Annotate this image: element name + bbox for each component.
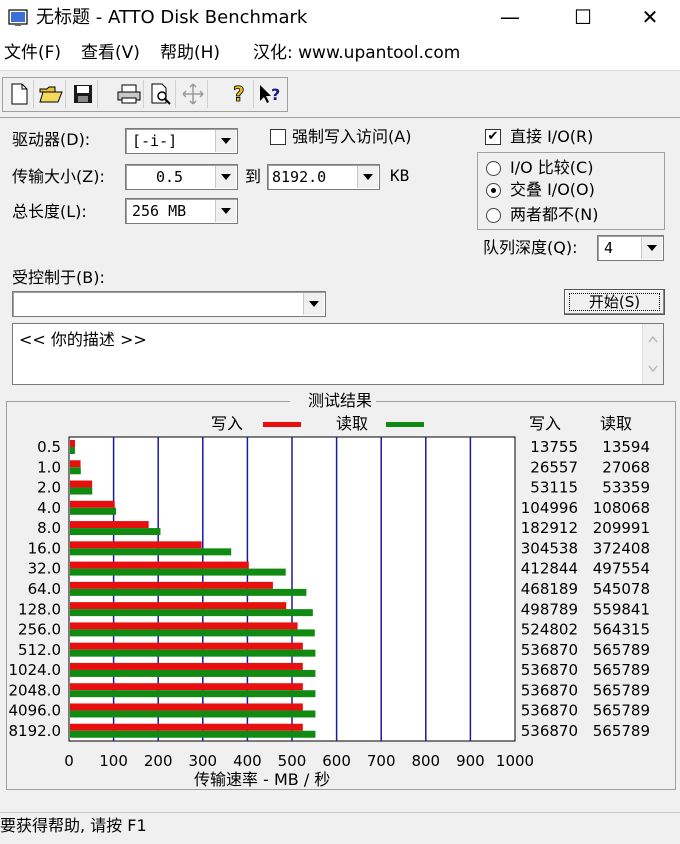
write-bar: [70, 561, 249, 569]
read-value-label: 372408: [593, 539, 650, 557]
write-bar: [70, 602, 287, 610]
read-bar: [70, 649, 316, 657]
y-tick-label: 4.0: [37, 499, 61, 517]
read-bar: [70, 690, 316, 698]
write-bar: [70, 460, 81, 468]
write-value-label: 468189: [521, 580, 578, 598]
x-tick-label: 600: [322, 752, 351, 770]
y-tick-label: 0.5: [37, 438, 61, 456]
x-tick-label: 100: [99, 752, 128, 770]
write-bar: [70, 500, 115, 508]
x-tick-label: 1000: [496, 752, 534, 770]
y-tick-label: 4096.0: [9, 702, 62, 720]
read-value-label: 565789: [593, 661, 650, 679]
read-bar: [70, 568, 286, 576]
y-tick-label: 512.0: [18, 641, 61, 659]
read-value-label: 209991: [593, 519, 650, 537]
benchmark-chart: 0 100 200 300 400 500 600 700 800 900 1000 0.5 13755…: [9, 436, 650, 770]
x-tick-label: 900: [456, 752, 485, 770]
read-bar: [70, 467, 81, 475]
read-bar: [70, 710, 316, 718]
read-value-label: 53359: [602, 479, 650, 497]
x-tick-label: 700: [367, 752, 396, 770]
x-tick-label: 400: [233, 752, 262, 770]
read-bar: [70, 609, 313, 617]
x-axis-title: 传输速率 - MB / 秒: [194, 770, 331, 789]
y-tick-label: 32.0: [28, 560, 61, 578]
write-bar: [70, 440, 75, 447]
write-value-label: 536870: [521, 722, 578, 740]
y-tick-label: 8192.0: [9, 722, 62, 740]
read-bar: [70, 629, 315, 637]
read-bar: [70, 487, 93, 495]
write-value-label: 536870: [521, 641, 578, 659]
write-bar: [70, 480, 93, 488]
write-bar: [70, 703, 303, 711]
x-tick-label: 200: [144, 752, 173, 770]
write-bar: [70, 622, 298, 630]
y-tick-label: 16.0: [28, 539, 61, 557]
y-tick-label: 256.0: [18, 621, 61, 639]
y-tick-label: 1.0: [37, 458, 61, 476]
read-value-label: 565789: [593, 641, 650, 659]
y-tick-label: 128.0: [18, 600, 61, 618]
read-bar: [70, 730, 316, 738]
read-value-label: 27068: [602, 458, 650, 476]
write-bar: [70, 662, 303, 670]
read-bar: [70, 447, 75, 454]
write-value-label: 304538: [521, 539, 578, 557]
write-value-label: 536870: [521, 702, 578, 720]
write-bar: [70, 683, 303, 691]
read-value-label: 564315: [593, 621, 650, 639]
read-bar: [70, 669, 316, 677]
x-tick-label: 800: [411, 752, 440, 770]
write-value-label: 26557: [530, 458, 578, 476]
y-tick-label: 2048.0: [9, 681, 62, 699]
write-value-label: 412844: [521, 560, 578, 578]
y-tick-label: 1024.0: [9, 661, 62, 679]
write-value-label: 498789: [521, 600, 578, 618]
status-text: 要获得帮助, 请按 F1: [0, 816, 147, 835]
x-tick-label: 300: [188, 752, 217, 770]
read-value-label: 559841: [593, 600, 650, 618]
write-bar: [70, 642, 303, 650]
y-tick-label: 8.0: [37, 519, 61, 537]
write-value-label: 104996: [521, 499, 578, 517]
write-value-label: 53115: [530, 479, 578, 497]
write-value-label: 524802: [521, 621, 578, 639]
write-value-label: 536870: [521, 681, 578, 699]
read-value-label: 13594: [602, 438, 650, 456]
read-value-label: 565789: [593, 702, 650, 720]
read-value-label: 565789: [593, 681, 650, 699]
write-value-label: 182912: [521, 519, 578, 537]
read-bar: [70, 548, 232, 556]
x-tick-label: 0: [64, 752, 74, 770]
y-tick-label: 64.0: [28, 580, 61, 598]
x-tick-label: 500: [278, 752, 307, 770]
read-value-label: 497554: [593, 560, 650, 578]
read-value-label: 108068: [593, 499, 650, 517]
read-value-label: 565789: [593, 722, 650, 740]
write-value-label: 536870: [521, 661, 578, 679]
write-bar: [70, 521, 149, 529]
write-bar: [70, 581, 273, 589]
y-tick-label: 2.0: [37, 479, 61, 497]
read-bar: [70, 507, 117, 515]
write-value-label: 13755: [530, 438, 578, 456]
write-bar: [70, 723, 303, 731]
read-bar: [70, 588, 307, 596]
read-bar: [70, 528, 161, 536]
write-bar: [70, 541, 202, 549]
read-value-label: 545078: [593, 580, 650, 598]
